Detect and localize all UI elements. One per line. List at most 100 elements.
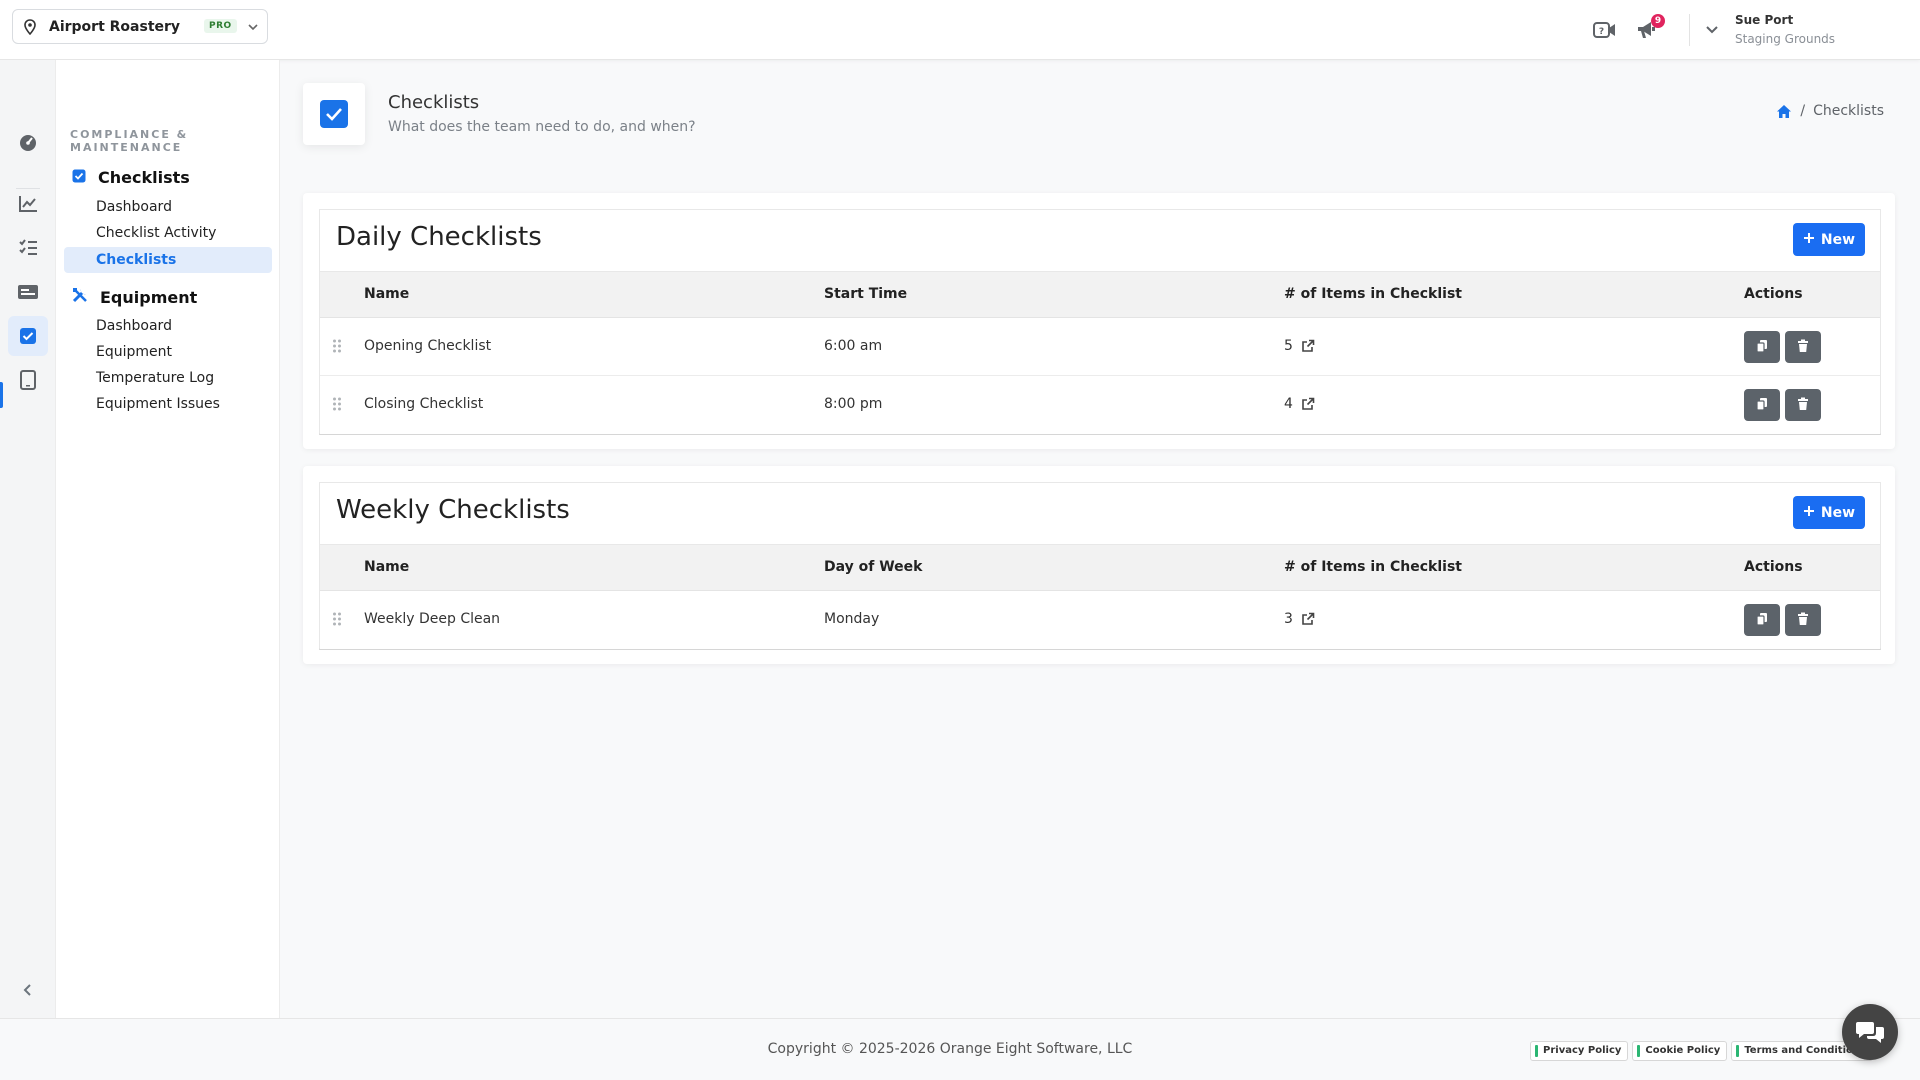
copy-icon: [1756, 338, 1768, 357]
table-row: Closing Checklist 8:00 pm 4: [320, 376, 1880, 434]
external-link-icon[interactable]: [1301, 397, 1315, 411]
user-menu-chevron-icon[interactable]: [1702, 20, 1722, 40]
delete-button[interactable]: [1785, 331, 1821, 363]
weekly-checklists-table: Weekly Checklists New Name Day of Week #…: [319, 482, 1881, 650]
column-header-name: Name: [364, 286, 410, 302]
daily-checklists-card: Daily Checklists New Name Start Time # o…: [303, 193, 1895, 449]
rail-active-marker: [0, 382, 3, 408]
checklist-start-time: 8:00 pm: [824, 396, 883, 412]
svg-text:?: ?: [1599, 27, 1604, 37]
nav-item-checklist-activity[interactable]: Checklist Activity: [96, 225, 216, 241]
card-title: Daily Checklists: [336, 222, 542, 252]
nav-group-label: Checklists: [98, 168, 190, 187]
user-name[interactable]: Sue Port: [1735, 13, 1793, 27]
policy-links: Privacy Policy Cookie Policy Terms and C…: [1530, 1041, 1873, 1061]
column-header-name: Name: [364, 559, 410, 575]
rail-pos-terminal-icon[interactable]: [8, 272, 48, 312]
checklist-name[interactable]: Weekly Deep Clean: [364, 611, 500, 627]
plus-icon: [1803, 505, 1815, 521]
plus-icon: [1803, 232, 1815, 248]
rail-tablet-icon[interactable]: [8, 360, 48, 400]
plan-badge: PRO: [204, 19, 237, 33]
copy-icon: [1756, 611, 1768, 630]
nav-item-temperature-log[interactable]: Temperature Log: [96, 370, 214, 386]
external-link-icon[interactable]: [1301, 339, 1315, 353]
rail-analytics-chart-icon[interactable]: [8, 184, 48, 224]
table-header: Name Start Time # of Items in Checklist …: [320, 271, 1880, 318]
drag-handle-icon[interactable]: [332, 611, 342, 630]
home-icon[interactable]: [1776, 104, 1792, 119]
nav-item-equipment-dashboard[interactable]: Dashboard: [96, 318, 172, 334]
new-weekly-checklist-button[interactable]: New: [1793, 496, 1865, 529]
collapse-sidebar-chevron-icon[interactable]: [18, 980, 38, 1000]
privacy-policy-link[interactable]: Privacy Policy: [1530, 1041, 1629, 1061]
tools-icon: [72, 287, 88, 307]
breadcrumb: / Checklists: [1776, 103, 1884, 119]
new-button-label: New: [1820, 504, 1856, 521]
breadcrumb-current: Checklists: [1813, 103, 1884, 119]
duplicate-button[interactable]: [1744, 389, 1780, 421]
checklist-name[interactable]: Closing Checklist: [364, 396, 483, 412]
column-header-item-count: # of Items in Checklist: [1284, 559, 1462, 575]
trash-icon: [1797, 338, 1809, 357]
top-header: boostbackoffice ? 9 Sue Port Staging Gro…: [0, 0, 1920, 60]
new-daily-checklist-button[interactable]: New: [1793, 223, 1865, 256]
checklist-item-count: 4: [1284, 396, 1315, 412]
chevron-down-icon: [246, 19, 260, 38]
column-header-start-time: Start Time: [824, 286, 908, 302]
drag-handle-icon[interactable]: [332, 338, 342, 357]
item-count-value: 3: [1284, 611, 1293, 627]
section-heading: COMPLIANCE & MAINTENANCE: [70, 128, 189, 154]
card-title: Weekly Checklists: [336, 495, 570, 525]
delete-button[interactable]: [1785, 604, 1821, 636]
nav-group-label: Equipment: [100, 287, 198, 307]
user-location: Staging Grounds: [1735, 32, 1836, 46]
item-count-value: 4: [1284, 396, 1293, 412]
footer: Copyright © 2025-2026 Orange Eight Softw…: [0, 1018, 1920, 1080]
checklist-item-count: 3: [1284, 611, 1315, 627]
breadcrumb-separator: /: [1800, 103, 1806, 119]
megaphone-icon[interactable]: 9: [1634, 14, 1665, 42]
delete-button[interactable]: [1785, 389, 1821, 421]
weekly-checklists-card: Weekly Checklists New Name Day of Week #…: [303, 466, 1895, 664]
rail-dashboard-gauge-icon[interactable]: [8, 123, 48, 163]
nav-group-checklists[interactable]: Checklists: [72, 168, 190, 187]
item-count-value: 5: [1284, 338, 1293, 354]
external-link-icon[interactable]: [1301, 612, 1315, 626]
daily-checklists-table: Daily Checklists New Name Start Time # o…: [319, 209, 1881, 435]
nav-group-equipment[interactable]: Equipment: [72, 287, 197, 307]
chat-bubble-icon[interactable]: [1842, 1004, 1898, 1060]
location-select[interactable]: Airport Roastery PRO: [12, 9, 268, 44]
map-pin-icon: [24, 19, 36, 39]
checklist-start-time: 6:00 am: [824, 338, 883, 354]
checkbox-icon: [320, 100, 348, 128]
new-button-label: New: [1820, 231, 1856, 248]
column-header-item-count: # of Items in Checklist: [1284, 286, 1462, 302]
page-subtitle: What does the team need to do, and when?: [388, 119, 696, 135]
location-name: Airport Roastery: [49, 19, 181, 35]
nav-item-equipment-issues[interactable]: Equipment Issues: [96, 396, 220, 412]
copy-icon: [1756, 396, 1768, 415]
drag-handle-icon[interactable]: [332, 396, 342, 415]
cookie-policy-link[interactable]: Cookie Policy: [1632, 1041, 1728, 1061]
icon-rail: [0, 60, 56, 1018]
column-header-actions: Actions: [1744, 559, 1803, 575]
table-row: Opening Checklist 6:00 am 5: [320, 318, 1880, 376]
table-row: Weekly Deep Clean Monday 3: [320, 591, 1880, 649]
duplicate-button[interactable]: [1744, 331, 1780, 363]
rail-task-list-icon[interactable]: [8, 228, 48, 268]
table-header: Name Day of Week # of Items in Checklist…: [320, 544, 1880, 591]
page-icon-card: [303, 83, 365, 145]
nav-item-checklists[interactable]: Checklists: [64, 247, 272, 273]
nav-item-checklists-dashboard[interactable]: Dashboard: [96, 199, 172, 215]
rail-compliance-checkbox-icon[interactable]: [8, 316, 48, 356]
checkbox-icon: [72, 168, 86, 187]
video-help-icon[interactable]: ?: [1592, 18, 1618, 42]
checklist-item-count: 5: [1284, 338, 1315, 354]
nav-item-equipment[interactable]: Equipment: [96, 344, 172, 360]
checklist-name[interactable]: Opening Checklist: [364, 338, 491, 354]
page-title: Checklists: [388, 92, 480, 113]
column-header-day-of-week: Day of Week: [824, 559, 923, 575]
checklist-day: Monday: [824, 611, 880, 627]
duplicate-button[interactable]: [1744, 604, 1780, 636]
